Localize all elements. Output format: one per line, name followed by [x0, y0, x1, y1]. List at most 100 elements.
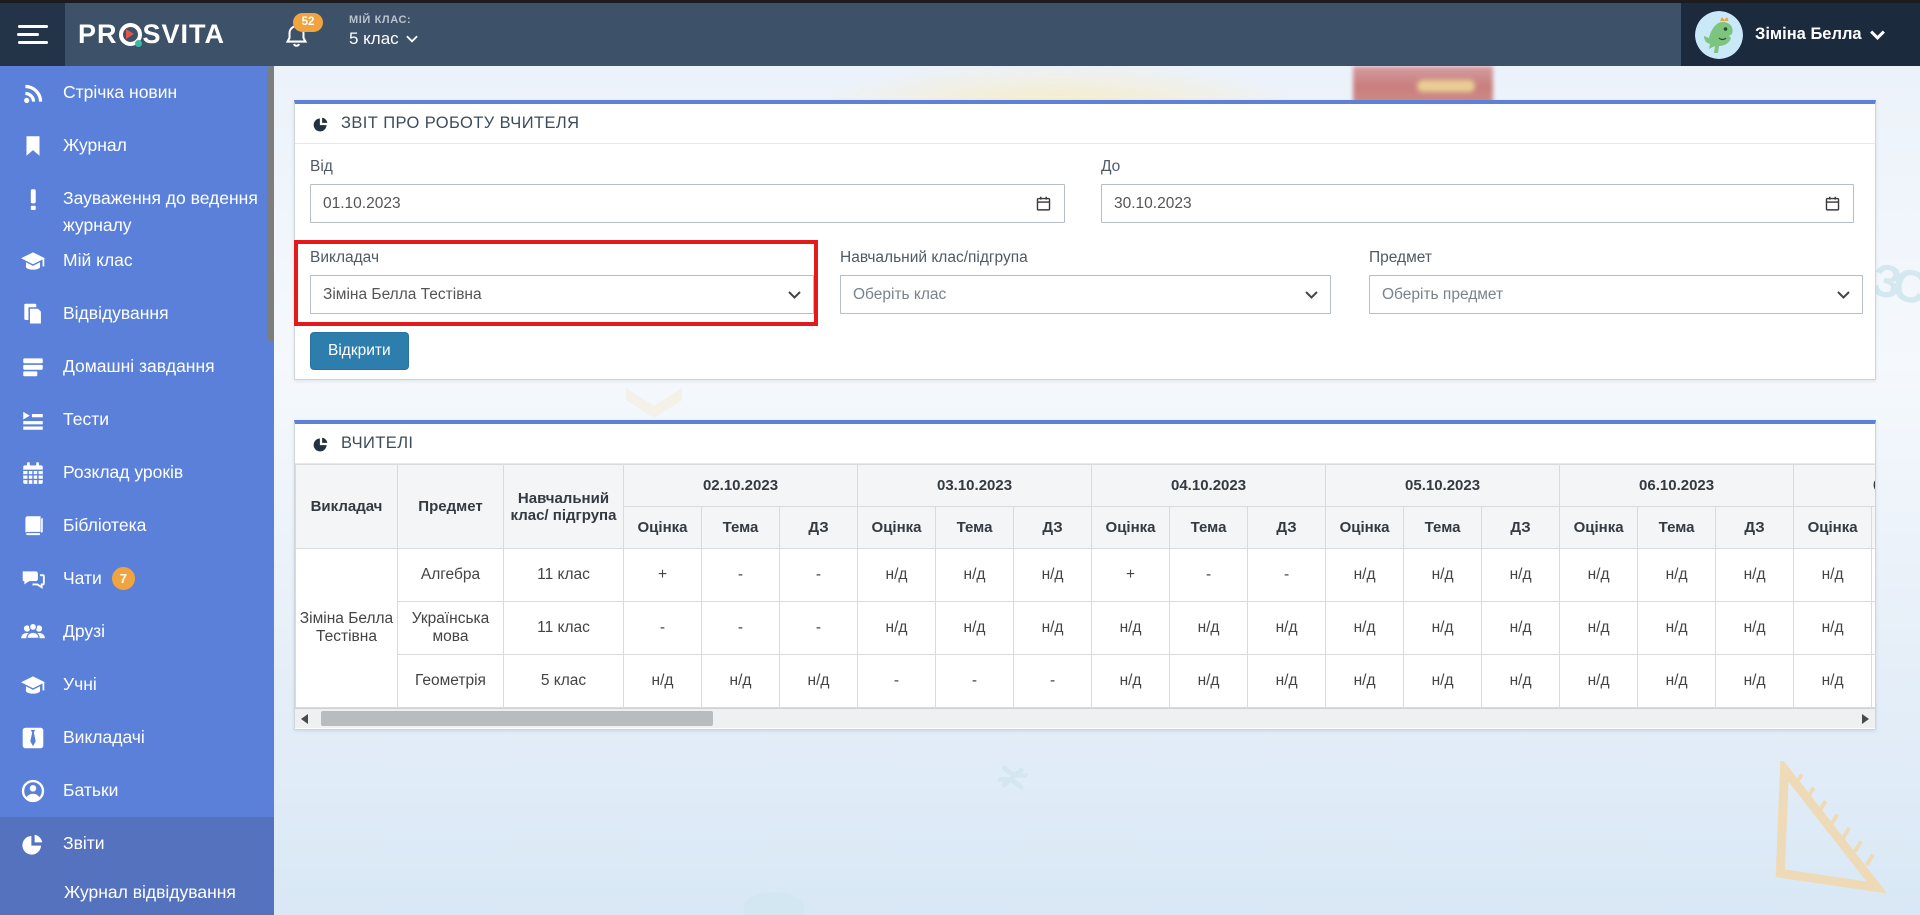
sidebar-item-reports[interactable]: Звіти	[0, 817, 274, 870]
sidebar-item-6[interactable]: Тести	[0, 393, 274, 446]
open-button[interactable]: Відкрити	[310, 332, 409, 370]
grade-cell: н/д	[1482, 655, 1560, 708]
horizontal-scrollbar-thumb[interactable]	[321, 711, 713, 726]
teacher-select-value: Зіміна Белла Тестівна	[323, 286, 482, 304]
grade-cell: н/д	[1716, 549, 1794, 602]
grade-cell	[1872, 549, 1875, 602]
grade-cell: -	[858, 655, 936, 708]
panel-title: ЗВІТ ПРО РОБОТУ ВЧИТЕЛЯ	[341, 114, 579, 133]
grade-cell: н/д	[1404, 655, 1482, 708]
grade-cell: н/д	[936, 549, 1014, 602]
class-cell: 11 клас	[504, 549, 624, 602]
date-from-input[interactable]: 01.10.2023	[310, 184, 1065, 223]
class-select[interactable]: Оберіть клас	[840, 275, 1331, 314]
sidebar-item-5[interactable]: Домашні завдання	[0, 340, 274, 393]
grade-cell: -	[624, 602, 702, 655]
notification-count-badge: 52	[293, 13, 323, 32]
sidebar-item-4[interactable]: Відвідування	[0, 287, 274, 340]
teacher-name-cell: Зіміна Белла Тестівна	[296, 549, 398, 708]
graduation-cap-icon	[20, 672, 46, 698]
grade-cell: н/д	[1248, 655, 1326, 708]
grade-cell: +	[1092, 549, 1170, 602]
sidebar-item-label: Друзі	[63, 618, 105, 645]
graduation-cap-icon	[20, 248, 46, 274]
person-circle-icon	[20, 778, 46, 804]
grade-cell: -	[936, 655, 1014, 708]
grade-cell: н/д	[1014, 602, 1092, 655]
sidebar-item-12[interactable]: Викладачі	[0, 711, 274, 764]
bookmark-icon	[20, 133, 46, 159]
panel-title: ВЧИТЕЛІ	[341, 434, 413, 453]
table-viewport: ВикладачПредметНавчальний клас/ підгрупа…	[295, 464, 1875, 708]
sidebar-item-label: Розклад уроків	[63, 459, 183, 486]
sidebar-item-11[interactable]: Учні	[0, 658, 274, 711]
stack-icon	[20, 354, 46, 380]
avatar	[1695, 11, 1743, 59]
subcolumn-header: ДЗ	[1482, 507, 1560, 549]
subject-cell: Українська мова	[398, 602, 504, 655]
sidebar-item-13[interactable]: Батьки	[0, 764, 274, 817]
sidebar-item-label: Стрічка новин	[63, 79, 177, 106]
sidebar-item-10[interactable]: Друзі	[0, 605, 274, 658]
grade-cell: н/д	[702, 655, 780, 708]
sidebar-item-1[interactable]: Журнал	[0, 119, 274, 172]
column-header-class: Навчальний клас/ підгрупа	[504, 465, 624, 549]
scroll-right-arrow[interactable]	[1862, 714, 1869, 724]
grade-cell: -	[702, 602, 780, 655]
subcolumn-header: Оцінка	[1560, 507, 1638, 549]
date-from-label: Від	[310, 158, 1065, 176]
date-header: 06.10.2023	[1560, 465, 1794, 507]
sidebar-item-9[interactable]: Чати7	[0, 552, 274, 605]
grade-cell	[1872, 602, 1875, 655]
date-to-input[interactable]: 30.10.2023	[1101, 184, 1854, 223]
sidebar-item-label: Учні	[63, 671, 97, 698]
date-from-field: Від 01.10.2023	[310, 158, 1065, 223]
sidebar-scrollbar-thumb[interactable]	[267, 66, 274, 341]
date-to-value: 30.10.2023	[1114, 195, 1192, 213]
teacher-select[interactable]: Зіміна Белла Тестівна	[310, 275, 814, 314]
column-header-subject: Предмет	[398, 465, 504, 549]
my-class-dropdown[interactable]: МІЙ КЛАС: 5 клас	[349, 14, 418, 49]
date-to-field: До 30.10.2023	[1101, 158, 1854, 223]
chat-count-badge: 7	[112, 567, 135, 590]
sidebar-item-7[interactable]: Розклад уроків	[0, 446, 274, 499]
grade-cell: н/д	[1482, 549, 1560, 602]
sidebar-item-8[interactable]: Бібліотека	[0, 499, 274, 552]
table-row: Зіміна Белла ТестівнаАлгебра11 клас+--н/…	[296, 549, 1876, 602]
grade-cell: +	[624, 549, 702, 602]
decorative-teal-blob	[744, 892, 804, 915]
table-row: Українська мова11 клас---н/дн/дн/дн/дн/д…	[296, 602, 1876, 655]
subcolumn-header: Тема	[1170, 507, 1248, 549]
grade-cell: н/д	[1638, 602, 1716, 655]
subject-select-placeholder: Оберіть предмет	[1382, 286, 1503, 304]
scroll-left-arrow[interactable]	[301, 714, 308, 724]
user-menu[interactable]: Зіміна Белла	[1681, 3, 1920, 66]
teachers-panel: ВЧИТЕЛІ ВикладачПредметНавчальний клас/ …	[294, 420, 1876, 730]
grade-cell: -	[1014, 655, 1092, 708]
horizontal-scrollbar	[295, 708, 1875, 728]
sidebar-item-3[interactable]: Мій клас	[0, 234, 274, 287]
subcolumn-header: Тема	[1872, 507, 1875, 549]
class-label: Навчальний клас/підгрупа	[840, 249, 1331, 267]
subject-select[interactable]: Оберіть предмет	[1369, 275, 1863, 314]
main-content: ЗС ≭ ЗВІТ ПРО РОБОТУ ВЧИТЕЛЯ Від 01.10.2…	[274, 66, 1920, 915]
hamburger-menu-button[interactable]	[0, 3, 65, 66]
sidebar-item-0[interactable]: Стрічка новин	[0, 66, 274, 119]
grade-cell: н/д	[936, 602, 1014, 655]
decorative-red-shape	[1353, 66, 1493, 103]
sidebar-item-label: Бібліотека	[63, 512, 146, 539]
logo-text-left: PR	[78, 19, 118, 50]
subcolumn-header: Оцінка	[858, 507, 936, 549]
subcolumn-header: Тема	[1638, 507, 1716, 549]
grade-cell: н/д	[1716, 602, 1794, 655]
grade-cell: н/д	[1716, 655, 1794, 708]
user-name: Зіміна Белла	[1755, 25, 1862, 44]
sidebar-item-label: Мій клас	[63, 247, 133, 274]
grade-cell: -	[780, 549, 858, 602]
subject-cell: Геометрія	[398, 655, 504, 708]
sidebar-item-label: Журнал	[63, 132, 127, 159]
sidebar-item-2[interactable]: Зауваження до ведення журналу	[0, 172, 274, 234]
pie-icon	[20, 831, 46, 857]
date-header: 02.10.2023	[624, 465, 858, 507]
sidebar-subitem-attendance-journal[interactable]: Журнал відвідування	[0, 870, 274, 915]
